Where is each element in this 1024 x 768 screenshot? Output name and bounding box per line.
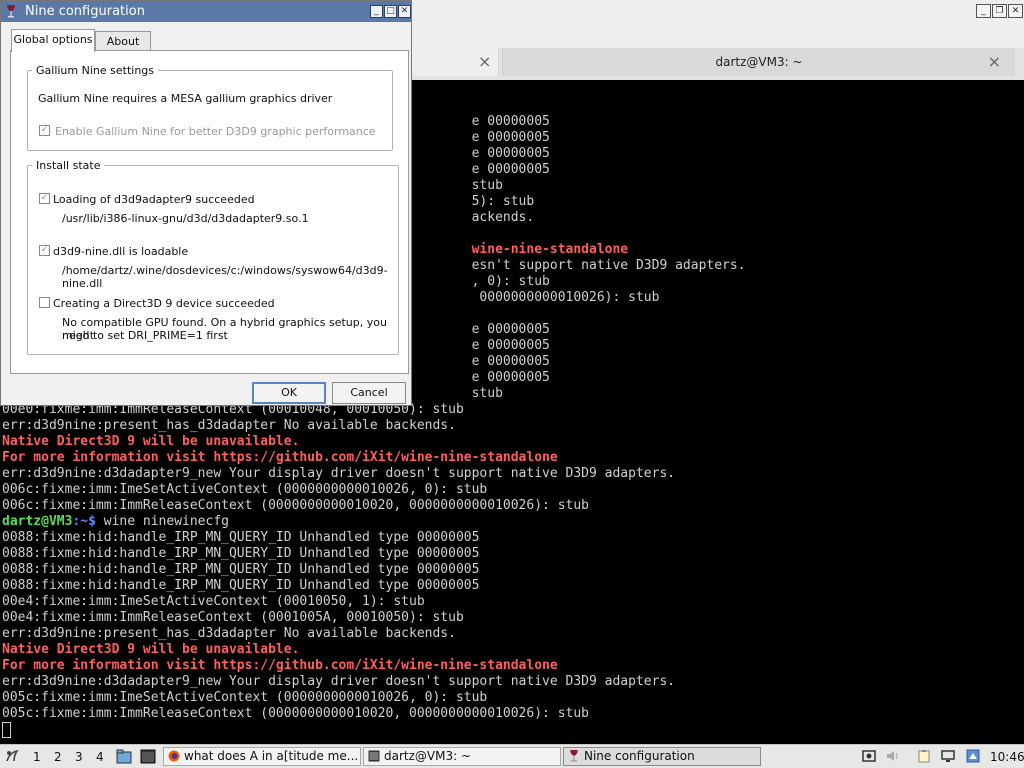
cancel-button[interactable]: Cancel <box>332 382 406 404</box>
terminal-toolbar-area <box>412 22 1024 50</box>
network-icon[interactable] <box>966 749 980 763</box>
taskbar: 1 2 3 4 what does A in a[titude me... da… <box>0 744 1024 768</box>
prompt-command: wine ninewinecfg <box>95 514 229 529</box>
terminal-line: 005c:fixme:imm:ImmReleaseContext (000000… <box>2 706 589 721</box>
terminal-line: 0088:fixme:hid:handle_IRP_MN_QUERY_ID Un… <box>2 562 480 577</box>
close-tab-icon[interactable]: × <box>478 48 491 76</box>
terminal-line: 00e4:fixme:imm:ImmReleaseContext (000100… <box>2 610 464 625</box>
dll-loadable-checkbox[interactable]: ✓ <box>39 245 50 256</box>
screenshot-icon[interactable] <box>862 749 876 763</box>
wine-glass-icon <box>7 5 15 18</box>
loading-adapter-checkbox[interactable]: ✓ <box>39 193 50 204</box>
dialog-title: Nine configuration <box>25 4 145 19</box>
terminal-cursor-line <box>2 722 746 738</box>
wine-glass-icon <box>570 750 578 762</box>
dll-loadable-label: d3d9-nine.dll is loadable <box>53 245 189 258</box>
terminal-line: dartz@VM3:~$ wine ninewinecfg <box>2 514 746 530</box>
group-title: Install state <box>36 159 101 172</box>
enable-gallium-label: Enable Gallium Nine for better D3D9 grap… <box>55 125 376 138</box>
create-device-label: Creating a Direct3D 9 device succeeded <box>53 297 275 310</box>
start-menu-icon[interactable] <box>4 748 20 764</box>
maximize-icon[interactable]: □ <box>384 5 397 18</box>
file-manager-icon[interactable] <box>116 749 132 764</box>
terminal-titlebar: _ ❐ ✕ <box>412 0 1024 23</box>
close-icon[interactable]: ✕ <box>1008 4 1023 18</box>
ok-button[interactable]: OK <box>252 382 326 404</box>
terminal-line: 0088:fixme:hid:handle_IRP_MN_QUERY_ID Un… <box>2 578 480 593</box>
workspace-1[interactable]: 1 <box>33 749 41 765</box>
device-message-line-2: need to set DRI_PRIME=1 first <box>62 329 228 342</box>
adapter-path: /usr/lib/i386-linux-gnu/d3d/d3dadapter9.… <box>62 212 309 225</box>
prompt-path: :~$ <box>72 514 96 529</box>
terminal-line: 006c:fixme:imm:ImeSetActiveContext (0000… <box>2 482 488 497</box>
terminal-line: err:d3d9nine:present_has_d3dadapter No a… <box>2 626 456 641</box>
workspace-3[interactable]: 3 <box>75 749 83 765</box>
volume-icon[interactable] <box>886 749 900 763</box>
minimize-icon[interactable]: _ <box>976 4 991 18</box>
gallium-requirement-text: Gallium Nine requires a MESA gallium gra… <box>38 92 333 105</box>
terminal-cursor <box>2 722 11 738</box>
display-icon[interactable] <box>941 749 955 763</box>
firefox-icon <box>168 750 180 762</box>
terminal-line: err:d3d9nine:d3dadapter9_new Your displa… <box>2 674 676 689</box>
terminal-line: 005c:fixme:imm:ImeSetActiveContext (0000… <box>2 690 488 705</box>
terminal-line: 00e4:fixme:imm:ImeSetActiveContext (0001… <box>2 594 425 609</box>
terminal-line: Native Direct3D 9 will be unavailable. <box>2 434 300 449</box>
enable-gallium-checkbox[interactable]: ✓ <box>39 125 50 136</box>
clipboard-icon[interactable] <box>917 749 931 763</box>
terminal-tab-label: dartz@VM3: ~ <box>715 55 803 69</box>
global-options-panel: Gallium Nine settings Gallium Nine requi… <box>10 50 409 374</box>
workspace-2[interactable]: 2 <box>54 749 62 765</box>
close-icon[interactable]: ✕ <box>398 5 411 18</box>
terminal-line: 0088:fixme:hid:handle_IRP_MN_QUERY_ID Un… <box>2 546 480 561</box>
terminal-tab-active[interactable]: dartz@VM3: ~ × <box>502 48 1015 76</box>
terminal-line: For more information visit https://githu… <box>2 450 558 465</box>
terminal-line: err:d3d9nine:d3dadapter9_new Your displa… <box>2 466 676 481</box>
terminal-line: 006c:fixme:imm:ImmReleaseContext (000000… <box>2 498 589 513</box>
task-label: what does A in a[titude me... <box>184 749 359 763</box>
dialog-titlebar[interactable]: Nine configuration _ □ ✕ <box>1 1 411 22</box>
close-tab-icon[interactable]: × <box>988 48 1001 76</box>
terminal-line: err:d3d9nine:present_has_d3dadapter No a… <box>2 418 456 433</box>
terminal-tab-1[interactable]: × <box>412 48 499 76</box>
terminal-line: Native Direct3D 9 will be unavailable. <box>2 642 300 657</box>
dll-path-line-2: nine.dll <box>62 277 103 290</box>
terminal-tab-bar: × dartz@VM3: ~ × <box>412 48 1024 80</box>
task-browser[interactable]: what does A in a[titude me... <box>163 747 361 766</box>
loading-adapter-label: Loading of d3d9adapter9 succeeded <box>53 193 255 206</box>
maximize-icon[interactable]: ❐ <box>992 4 1007 18</box>
create-device-checkbox[interactable] <box>39 297 50 308</box>
task-nine-config[interactable]: Nine configuration <box>563 747 761 766</box>
tab-global-options[interactable]: Global options <box>11 29 95 52</box>
task-label: dartz@VM3: ~ <box>384 749 472 763</box>
tab-about[interactable]: About <box>95 31 151 51</box>
dll-path-line-1: /home/dartz/.wine/dosdevices/c:/windows/… <box>62 264 388 277</box>
nine-config-dialog: Nine configuration _ □ ✕ Global options … <box>0 0 412 406</box>
terminal-launcher-icon[interactable] <box>140 749 156 764</box>
clock: 10:46 <box>990 750 1024 764</box>
prompt-user: dartz@VM3 <box>2 514 73 529</box>
workspace-4[interactable]: 4 <box>96 749 104 765</box>
terminal-line: For more information visit https://githu… <box>2 658 558 673</box>
terminal-line: 0088:fixme:hid:handle_IRP_MN_QUERY_ID Un… <box>2 530 480 545</box>
minimize-icon[interactable]: _ <box>370 5 383 18</box>
task-terminal[interactable]: dartz@VM3: ~ <box>363 747 561 766</box>
group-title: Gallium Nine settings <box>36 64 155 77</box>
terminal-icon <box>368 750 380 762</box>
task-label: Nine configuration <box>584 749 695 763</box>
